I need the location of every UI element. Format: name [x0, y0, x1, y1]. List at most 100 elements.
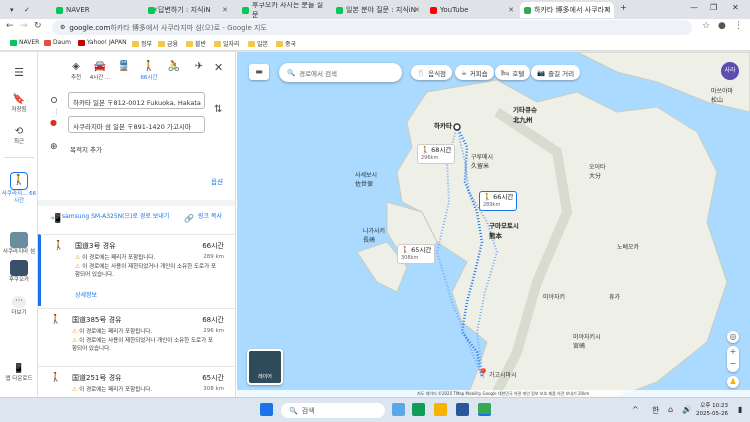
bookmark-label: 중국	[285, 41, 297, 48]
route-callout-1[interactable]: 🚶 66시간 289km	[479, 191, 518, 211]
bookmark-label: Daum	[53, 39, 71, 46]
saved-button[interactable]: 🔖 저장됨	[0, 94, 38, 113]
tab-japan-question[interactable]: 일본 분야 질문 : 지식iN ✕	[332, 2, 424, 18]
profile-icon[interactable]: ●	[718, 21, 726, 31]
network-icon[interactable]: ⌂	[668, 405, 673, 414]
avatar[interactable]: 사라	[721, 62, 739, 80]
taskbar-clock[interactable]: 오후 10:23 2025-05-26	[696, 402, 728, 418]
send-to-device-link[interactable]: samsung SM-A325N(으)로 경로 보내기	[62, 212, 172, 221]
layers-button[interactable]: 레이어	[247, 349, 283, 385]
windows-start-icon[interactable]	[260, 403, 273, 416]
new-tab-icon[interactable]: +	[620, 3, 627, 12]
map-canvas[interactable]: 📍 ▬ 🔍 경로에서 검색 🍴 음식점 ☕ 커피숍 🛏 호텔 📷 즐길 거리 사라 하카타…	[237, 52, 750, 397]
mode-bicycle[interactable]: 🚴	[163, 60, 185, 73]
copy-link-button[interactable]: 링크 복사	[198, 212, 228, 221]
chip-hotels[interactable]: 🛏 호텔	[495, 65, 531, 80]
menu-icon[interactable]: ☰	[0, 66, 38, 79]
bookmark-folder-gov[interactable]: 정부	[132, 39, 152, 48]
route-callout-3[interactable]: 🚶 65시간 308km	[397, 244, 436, 264]
input-language-indicator[interactable]: 한	[652, 405, 659, 416]
route-callout-2[interactable]: 🚶 68시간 296km	[417, 144, 456, 164]
minimize-icon[interactable]: —	[690, 3, 698, 12]
bookmark-daum[interactable]: Daum	[44, 39, 71, 46]
origin-input[interactable]: 하카타 일본 〒812-0012 Fukuoka, Hakata	[68, 92, 205, 109]
bookmark-folder-china[interactable]: 중국	[276, 39, 296, 48]
restore-icon[interactable]: ❐	[710, 3, 717, 12]
bookmark-folder-blog[interactable]: 블반	[186, 39, 206, 48]
map-menu-icon[interactable]: ▬	[249, 64, 269, 80]
bookmark-yahoo[interactable]: Yahoo! JAPAN	[78, 39, 127, 46]
mode-car[interactable]: 🚘 4시간 ...	[89, 60, 111, 81]
tab-fukuoka-question[interactable]: 후쿠오카 사시는 분들 질문	[238, 2, 328, 18]
chip-label: 음식점	[428, 69, 447, 78]
street-view-pegman-icon[interactable]: ♟	[727, 376, 739, 388]
chrome-icon[interactable]	[478, 403, 491, 416]
add-icon[interactable]: ⊕	[50, 142, 58, 152]
tab-menu-icon[interactable]: ▾	[6, 2, 18, 18]
url-field[interactable]: ⚙ google.com 하카타 博多에서 사쿠라지마 섬(으)로 - Goog…	[52, 20, 692, 35]
tab-answer[interactable]: 답변하기 : 지식iN ✕	[144, 2, 232, 18]
reload-icon[interactable]: ↻	[34, 21, 42, 31]
close-window-icon[interactable]: ✕	[732, 3, 739, 12]
back-icon[interactable]: ←	[6, 21, 14, 31]
site-info-icon[interactable]: ⚙	[60, 24, 65, 31]
volume-icon[interactable]: 🔊	[682, 405, 692, 414]
add-destination-button[interactable]: 목적지 추가	[70, 144, 102, 154]
chip-attractions[interactable]: 📷 즐길 거리	[531, 65, 581, 80]
mode-transit[interactable]: 🚆	[113, 60, 135, 73]
notification-icon[interactable]: ▮	[738, 405, 742, 414]
route-option-3[interactable]: 🚶 国道251号 경유 65시간 308 km 이 경로에는 페리가 포함됩니다…	[38, 366, 235, 397]
recent-place-fukuoka[interactable]: 후쿠오카	[0, 260, 38, 284]
place-thumbnail	[10, 260, 28, 276]
more-button[interactable]: ··· 더보기	[0, 296, 38, 316]
app-download-button[interactable]: 📱 앱 다운로드	[0, 364, 38, 382]
file-explorer-icon[interactable]	[434, 403, 447, 416]
forward-icon[interactable]: →	[20, 21, 28, 31]
clock-date: 2025-05-26	[696, 411, 728, 417]
mode-walking[interactable]: 🚶 66시간	[138, 60, 160, 81]
bookmark-naver[interactable]: NAVER	[10, 39, 39, 46]
close-tab-icon[interactable]: ✕	[222, 6, 228, 14]
recent-place-sakurajima[interactable]: 사쿠라지마 섬	[0, 232, 38, 256]
my-location-icon[interactable]: ◎	[727, 331, 739, 343]
walking-icon: 🚶	[10, 172, 28, 190]
more-menu-icon[interactable]: ⋮	[734, 21, 743, 31]
taskbar-search[interactable]: 🔍 검색	[281, 403, 385, 418]
app-icon[interactable]	[412, 403, 425, 416]
bookmark-folder-japan[interactable]: 일본	[248, 39, 268, 48]
train-icon: 🚆	[117, 61, 131, 72]
zoom-in-icon[interactable]: +	[727, 346, 739, 358]
mode-recommended[interactable]: ◈ 추천	[65, 60, 87, 81]
link-icon: 🔗	[184, 214, 194, 223]
tab-label: 하카타 博多에서 사쿠라지	[534, 6, 611, 14]
tab-youtube[interactable]: YouTube ✕	[426, 2, 518, 18]
widgets-icon[interactable]	[392, 403, 405, 416]
close-tab-icon[interactable]: ✕	[604, 6, 610, 14]
destination-input[interactable]: 사쿠라지마 섬 일본 〒891-1420 가고시마	[68, 116, 205, 133]
place-thumbnail	[10, 232, 28, 248]
mode-flight[interactable]: ✈	[188, 60, 210, 73]
bookmark-folder-finance[interactable]: 금융	[158, 39, 178, 48]
map-search-input[interactable]: 🔍 경로에서 검색	[279, 63, 402, 82]
naver-favicon-icon	[336, 6, 343, 14]
app-icon[interactable]	[456, 403, 469, 416]
chip-coffee[interactable]: ☕ 커피숍	[455, 65, 494, 80]
close-tab-icon[interactable]: ✕	[508, 6, 514, 14]
recent-route-current[interactable]: 🚶 사쿠라지... 66시간	[0, 172, 38, 205]
options-button[interactable]: 옵션	[211, 176, 223, 186]
recent-button[interactable]: ⟲ 최근	[0, 126, 38, 145]
swap-icon[interactable]: ⇅	[214, 104, 222, 115]
chip-restaurants[interactable]: 🍴 음식점	[411, 65, 453, 80]
close-tab-icon[interactable]: ✕	[414, 6, 420, 14]
bookmark-folder-jobs[interactable]: 일자리	[214, 39, 240, 48]
tray-chevron-icon[interactable]: ^	[632, 405, 639, 414]
route-details-link[interactable]: 상세정보	[75, 290, 97, 299]
route-option-2[interactable]: 🚶 国道385号 경유 68시간 296 km 이 경로에는 페리가 포함됩니다…	[38, 308, 235, 364]
bookmark-star-icon[interactable]: ☆	[702, 21, 710, 31]
app-download-label: 앱 다운로드	[5, 376, 33, 382]
close-directions-icon[interactable]: ✕	[214, 61, 223, 74]
zoom-out-icon[interactable]: −	[727, 358, 739, 370]
route-option-1[interactable]: 🚶 国道3号 경유 66시간 289 km 이 경로에는 페리가 포함됩니다. …	[38, 234, 235, 306]
tab-google-maps[interactable]: 하카타 博多에서 사쿠라지 ✕	[520, 2, 614, 18]
send-bar: 📲 samsung SM-A325N(으)로 경로 보내기 🔗 링크 복사	[38, 200, 235, 230]
